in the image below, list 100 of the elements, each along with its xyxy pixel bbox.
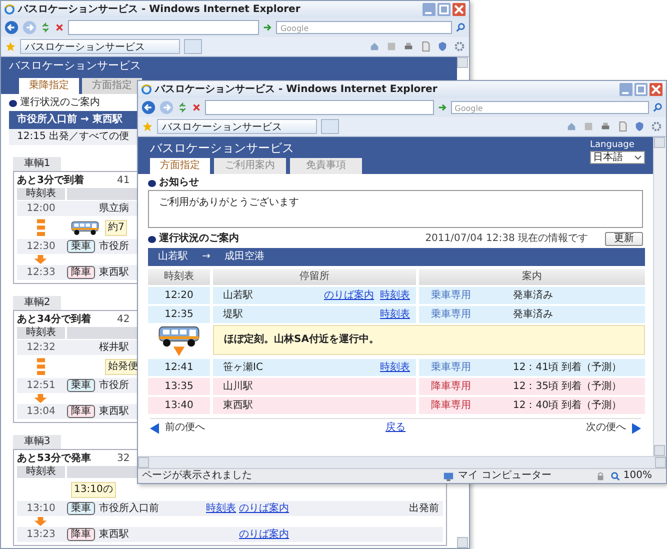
time-cell: 12:20 xyxy=(148,287,210,304)
arrival-info: 発車済み xyxy=(513,290,553,302)
down-arrow-icon xyxy=(34,394,47,403)
star-icon[interactable] xyxy=(5,41,16,52)
link[interactable]: 時刻表 xyxy=(380,290,410,302)
go-icon[interactable] xyxy=(436,102,448,113)
trip-status: 出発前 xyxy=(409,502,439,514)
link[interactable]: のりば案内 xyxy=(324,290,374,302)
status-message: ページが表示されました xyxy=(142,470,253,482)
close-button[interactable] xyxy=(452,3,466,16)
search-icon[interactable] xyxy=(455,22,466,33)
search-icon[interactable] xyxy=(652,102,663,113)
refresh-button[interactable]: 更新 xyxy=(605,232,643,246)
refresh-icon[interactable] xyxy=(40,22,51,33)
tab[interactable]: 乗降指定 xyxy=(19,78,79,94)
page-tab[interactable]: バスロケーションサービス xyxy=(157,119,317,134)
scrollbar[interactable] xyxy=(138,456,666,468)
zoom-level[interactable]: 100% xyxy=(610,470,652,482)
link[interactable]: 時刻表 xyxy=(380,362,410,374)
arrival-info: 発車済み xyxy=(513,308,553,320)
address-field[interactable] xyxy=(68,20,260,35)
feed-icon[interactable] xyxy=(386,41,397,52)
previous-trip-link[interactable]: 前の便へ xyxy=(165,422,205,434)
time-cell: 13:40 xyxy=(148,397,210,414)
close-button[interactable] xyxy=(649,83,663,96)
browser-logo-icon xyxy=(141,84,152,95)
column-header: 案内 xyxy=(419,269,645,285)
page-icon[interactable] xyxy=(420,41,431,52)
left-triangle-icon[interactable] xyxy=(150,422,159,434)
gear-icon[interactable] xyxy=(454,41,465,52)
home-icon[interactable] xyxy=(369,41,380,52)
shield-icon[interactable] xyxy=(634,121,645,132)
bullet-icon xyxy=(9,100,17,106)
link[interactable]: 時刻表 xyxy=(380,308,410,320)
column-header: 停留所 xyxy=(213,269,416,285)
new-tab-button[interactable] xyxy=(184,39,202,54)
new-tab-button[interactable] xyxy=(321,119,339,134)
stop-icon[interactable] xyxy=(54,22,65,33)
right-triangle-icon[interactable] xyxy=(632,422,641,434)
link[interactable]: 時刻表 xyxy=(206,502,236,514)
scrollbar[interactable] xyxy=(653,137,666,456)
back-icon[interactable] xyxy=(141,100,156,115)
vehicle-tab[interactable]: 車輌1 xyxy=(13,157,61,171)
boarding-tag: 乗車 xyxy=(67,379,95,392)
next-trip-link[interactable]: 次の便へ xyxy=(586,422,626,434)
back-link[interactable]: 戻る xyxy=(386,422,406,434)
alighting-only-label: 降車専用 xyxy=(431,380,472,392)
maximize-button[interactable] xyxy=(634,83,648,96)
lock-icon xyxy=(595,470,606,482)
go-icon[interactable] xyxy=(262,22,274,33)
boarding-tag: 乗車 xyxy=(67,240,95,253)
time-cell-text: 12:33 xyxy=(26,266,56,278)
home-icon[interactable] xyxy=(566,121,577,132)
vehicle-tab[interactable]: 車輌2 xyxy=(13,296,61,310)
print-icon[interactable] xyxy=(403,41,414,52)
page-icon[interactable] xyxy=(617,121,628,132)
route-progress-icon xyxy=(37,218,45,238)
column-header: 時刻表 xyxy=(17,188,65,200)
gear-icon[interactable] xyxy=(651,121,662,132)
stop-name: 東西駅 xyxy=(223,400,253,412)
maximize-button[interactable] xyxy=(437,3,451,16)
bus-number: 42 xyxy=(117,314,130,326)
timestamp: 2011/07/04 12:38 現在の情報です xyxy=(425,233,588,245)
stop-name: 市役所入口前 xyxy=(98,502,159,514)
bus-note: 13:10の xyxy=(71,482,116,498)
column-header: 時刻表 xyxy=(17,327,65,339)
feed-icon[interactable] xyxy=(583,121,594,132)
column-header: 時刻表 xyxy=(148,269,210,285)
window-title: バスロケーションサービス - Windows Internet Explorer xyxy=(155,84,438,96)
link[interactable]: のりば案内 xyxy=(239,528,289,540)
print-icon[interactable] xyxy=(600,121,611,132)
page-tab[interactable]: バスロケーションサービス xyxy=(20,39,180,54)
time-cell-text: 12:51 xyxy=(26,380,56,392)
star-icon[interactable] xyxy=(142,121,153,132)
minimize-button[interactable] xyxy=(422,3,436,16)
language-select[interactable]: 日本語 xyxy=(590,151,645,164)
arrival-status: あと3分で到着 xyxy=(17,174,85,186)
destination-stop: 成田空港 xyxy=(224,251,264,263)
route-progress-icon xyxy=(37,356,45,376)
stop-name: 東西駅 xyxy=(98,528,129,540)
vehicle-tab[interactable]: 車輌3 xyxy=(13,435,61,449)
minimize-button[interactable] xyxy=(619,83,633,96)
shield-icon[interactable] xyxy=(437,41,448,52)
notice-text: ご利用がありがとうございます xyxy=(159,197,299,208)
tab[interactable]: 方面指定 xyxy=(150,158,210,174)
stop-icon[interactable] xyxy=(191,102,202,113)
back-icon[interactable] xyxy=(4,20,19,35)
alighting-tag: 降車 xyxy=(67,405,95,418)
scroll-down-button[interactable] xyxy=(457,537,468,548)
bullet-icon xyxy=(148,236,156,242)
address-field[interactable] xyxy=(205,100,434,115)
time-cell-text: 13:10 xyxy=(26,502,56,514)
scroll-up-button[interactable] xyxy=(457,57,468,68)
time-cell-text: 12:30 xyxy=(26,240,56,252)
link[interactable]: のりば案内 xyxy=(239,502,289,514)
time-cell-text: 12:32 xyxy=(26,342,56,354)
stop-name: 東西駅 xyxy=(98,266,129,278)
down-arrow-icon xyxy=(34,517,47,526)
window-title: バスロケーションサービス - Windows Internet Explorer xyxy=(18,4,300,16)
refresh-icon[interactable] xyxy=(177,102,188,113)
